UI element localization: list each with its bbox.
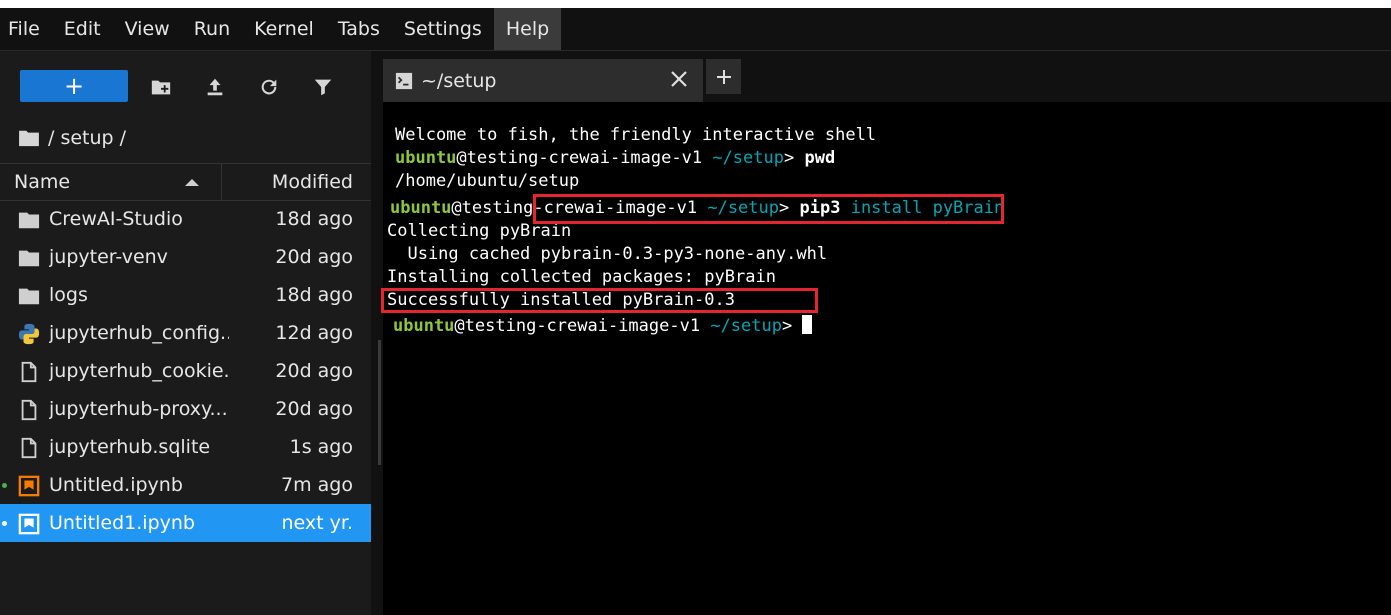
file-modified: 20d ago (275, 246, 353, 268)
list-item[interactable]: logs 18d ago (0, 276, 371, 314)
file-list-header: Name Modified (0, 163, 371, 201)
highlight-box-success (381, 288, 818, 313)
menu-edit[interactable]: Edit (52, 8, 113, 50)
tab-title: ~/setup (421, 69, 497, 92)
file-modified: 1s ago (289, 436, 353, 458)
refresh-icon[interactable] (256, 74, 282, 100)
top-strip (0, 0, 1391, 8)
breadcrumb-path[interactable]: / setup / (48, 127, 126, 149)
list-item[interactable]: Untitled.ipynb 7m ago (0, 466, 371, 504)
menu-settings[interactable]: Settings (392, 8, 494, 50)
folder-icon (18, 212, 40, 229)
menu-view[interactable]: View (113, 8, 182, 50)
tab-bar: ~/setup (383, 51, 1391, 102)
tab-terminal[interactable]: ~/setup (383, 59, 703, 102)
terminal-output[interactable]: Welcome to fish, the friendly interactiv… (381, 102, 1391, 615)
column-name-label: Name (14, 171, 71, 193)
terminal-icon (395, 72, 413, 89)
file-name: Untitled1.ipynb (49, 512, 195, 534)
panel-splitter[interactable] (371, 51, 383, 615)
sort-ascending-icon (185, 178, 199, 186)
file-browser-toolbar: + (0, 51, 371, 121)
list-item[interactable]: Untitled1.ipynb next yr. (0, 504, 371, 542)
list-item[interactable]: jupyterhub_config... 12d ago (0, 314, 371, 352)
running-indicator (2, 521, 7, 526)
upload-icon[interactable] (202, 74, 228, 100)
close-icon[interactable] (669, 69, 689, 89)
file-name: logs (49, 284, 88, 306)
scrollbar-thumb[interactable] (378, 340, 381, 465)
file-modified: next yr. (281, 512, 353, 534)
breadcrumb[interactable]: / setup / (18, 123, 126, 153)
add-tab-button[interactable] (706, 59, 741, 94)
list-item[interactable]: jupyterhub_cookie... 20d ago (0, 352, 371, 390)
file-icon (21, 399, 37, 421)
menu-tabs[interactable]: Tabs (326, 8, 392, 50)
file-name: jupyterhub.sqlite (49, 436, 211, 458)
list-item[interactable]: jupyterhub.sqlite 1s ago (0, 428, 371, 466)
menu-run[interactable]: Run (182, 8, 242, 50)
file-modified: 18d ago (275, 284, 353, 306)
terminal-prompt: ubuntu@testing-crewai-image-v1 ~/setup> (393, 315, 813, 337)
file-modified: 18d ago (275, 208, 353, 230)
notebook-icon (18, 475, 40, 497)
highlight-box-command (533, 194, 1004, 224)
menu-file[interactable]: File (0, 8, 52, 50)
terminal-line: Using cached pybrain-0.3-py3-none-any.wh… (387, 244, 828, 264)
file-name: jupyterhub-proxy.... (49, 398, 229, 420)
file-name: jupyter-venv (49, 246, 168, 268)
terminal-welcome: Welcome to fish, the friendly interactiv… (395, 125, 877, 145)
terminal-cursor (802, 315, 813, 334)
terminal-line: /home/ubuntu/setup (395, 171, 580, 191)
python-file-icon (18, 323, 40, 345)
menu-help[interactable]: Help (493, 8, 562, 50)
running-indicator (2, 483, 7, 488)
file-name: CrewAI-Studio (49, 208, 183, 230)
menu-bar: File Edit View Run Kernel Tabs Settings … (0, 8, 1391, 51)
folder-icon (19, 130, 39, 147)
menu-kernel[interactable]: Kernel (242, 8, 326, 50)
new-folder-icon[interactable] (148, 74, 174, 100)
file-name: jupyterhub_cookie... (49, 360, 229, 382)
file-name: jupyterhub_config... (49, 322, 229, 344)
file-modified: 20d ago (275, 398, 353, 420)
terminal-line: Installing collected packages: pyBrain (387, 267, 776, 287)
column-modified-header[interactable]: Modified (222, 171, 371, 193)
folder-icon (18, 250, 40, 267)
file-modified: 12d ago (275, 322, 353, 344)
column-name-header[interactable]: Name (0, 164, 222, 200)
file-browser-panel: + / setup / Name Modified CrewAI-Studio … (0, 51, 371, 615)
list-item[interactable]: jupyter-venv 20d ago (0, 238, 371, 276)
file-modified: 20d ago (275, 360, 353, 382)
file-modified: 7m ago (281, 474, 353, 496)
new-launcher-button[interactable]: + (20, 70, 128, 102)
terminal-line: ubuntu@testing-crewai-image-v1 ~/setup> … (395, 148, 836, 168)
file-list: CrewAI-Studio 18d ago jupyter-venv 20d a… (0, 200, 371, 542)
folder-icon (18, 288, 40, 305)
list-item[interactable]: CrewAI-Studio 18d ago (0, 200, 371, 238)
filter-icon[interactable] (310, 74, 336, 100)
file-name: Untitled.ipynb (49, 474, 183, 496)
file-icon (21, 361, 37, 383)
notebook-icon (18, 513, 40, 535)
list-item[interactable]: jupyterhub-proxy.... 20d ago (0, 390, 371, 428)
plus-icon (716, 69, 731, 84)
file-icon (21, 437, 37, 459)
